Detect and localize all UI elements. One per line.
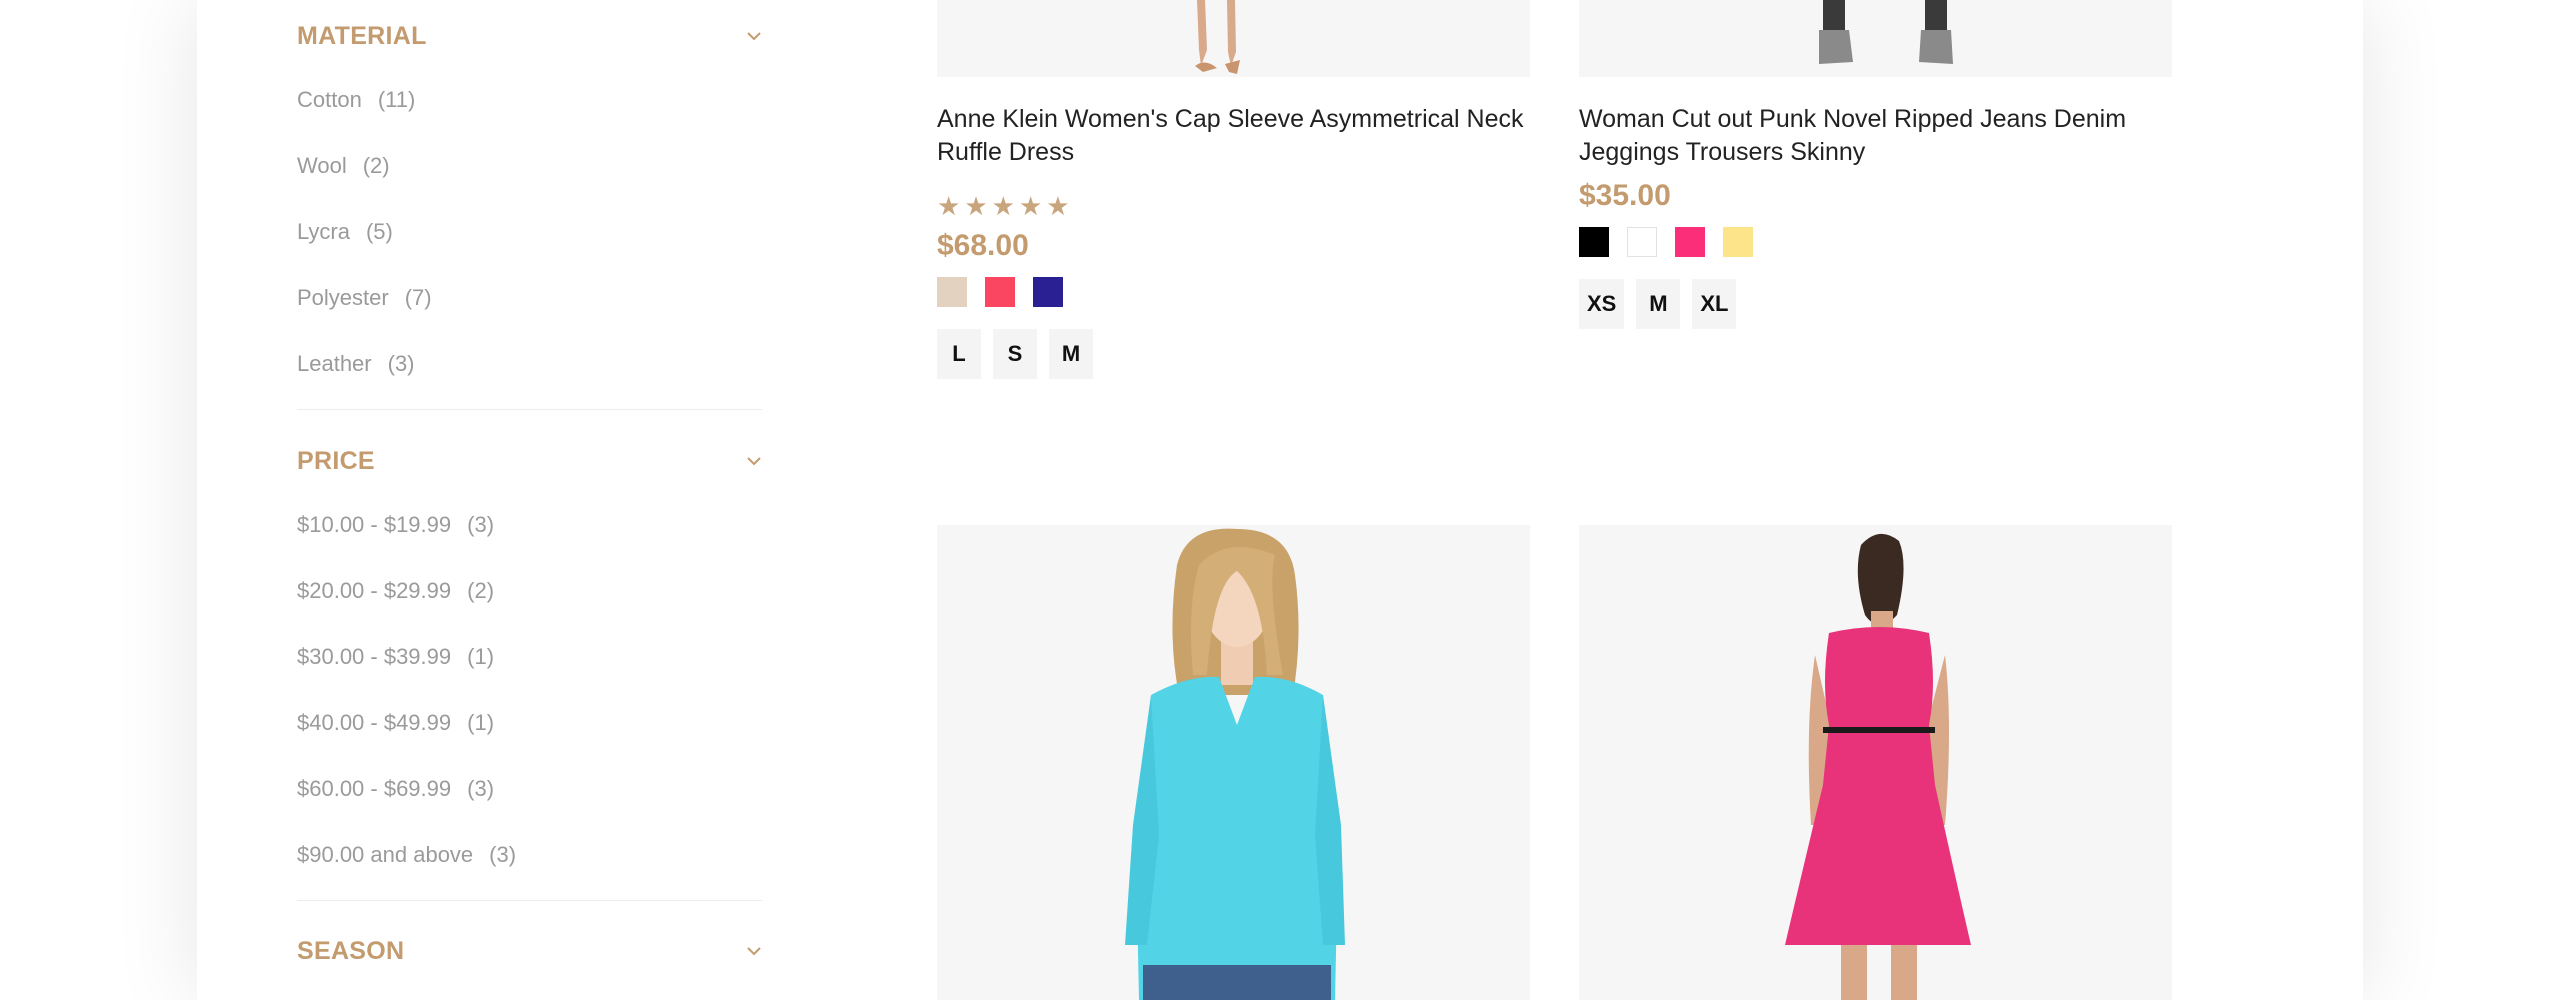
chevron-down-icon[interactable] — [746, 28, 762, 44]
filter-option-count: (5) — [365, 219, 393, 244]
filter-option-count: (1) — [467, 644, 495, 669]
filter-title-season: SEASON — [297, 936, 405, 965]
product-title[interactable]: Anne Klein Women's Cap Sleeve Asymmetric… — [937, 103, 1530, 169]
color-swatch-black[interactable] — [1579, 227, 1609, 257]
star-icon: ★ — [937, 191, 961, 221]
page-container: MATERIAL Cotton (11) Wool (2) Lycra (5) Pol… — [197, 0, 2363, 1000]
filter-option-label: Lycra — [297, 219, 350, 244]
filter-header-season[interactable]: SEASON — [297, 931, 762, 971]
filter-divider — [297, 409, 762, 410]
filter-title-price: PRICE — [297, 446, 375, 475]
star-icon: ★ — [1018, 191, 1043, 221]
product-image[interactable] — [1579, 0, 2172, 77]
chevron-down-icon[interactable] — [746, 943, 762, 959]
filter-header-material[interactable]: MATERIAL — [297, 16, 762, 56]
filter-option-label: Wool — [297, 153, 347, 178]
filter-option-label: $40.00 - $49.99 — [297, 710, 452, 735]
filter-option-lycra[interactable]: Lycra (5) — [297, 199, 432, 265]
product-card: Woman Cut out Punk Novel Ripped Jeans De… — [1579, 0, 2172, 329]
filter-option-wool[interactable]: Wool (2) — [297, 133, 432, 199]
filter-option-label: Leather — [297, 351, 372, 376]
product-card — [1579, 525, 2172, 1000]
size-option[interactable]: XL — [1692, 279, 1737, 329]
star-icon: ★ — [964, 191, 988, 221]
filter-option-label: $60.00 - $69.99 — [297, 776, 452, 801]
size-option[interactable]: M — [1049, 329, 1093, 379]
star-icon: ★ — [1046, 191, 1070, 221]
filter-option-count: (1) — [467, 710, 495, 735]
size-option[interactable]: S — [993, 329, 1037, 379]
color-swatches — [1579, 227, 2172, 257]
product-rating: ★ ★ ★ ★ ★ — [937, 193, 1530, 219]
filter-option-count: (2) — [467, 578, 495, 603]
filter-option-price-10-19[interactable]: $10.00 - $19.99 (3) — [297, 492, 516, 558]
size-option[interactable]: M — [1636, 279, 1681, 329]
filter-option-price-90-plus[interactable]: $90.00 and above (3) — [297, 822, 516, 888]
product-price: $35.00 — [1579, 179, 1671, 212]
material-filter-list: Cotton (11) Wool (2) Lycra (5) Polyester (7)… — [297, 67, 432, 397]
color-swatch-pink[interactable] — [1675, 227, 1705, 257]
filter-option-count: (3) — [467, 776, 495, 801]
color-swatch-navy[interactable] — [1033, 277, 1063, 307]
filter-header-price[interactable]: PRICE — [297, 441, 762, 481]
filter-option-label: $20.00 - $29.99 — [297, 578, 452, 603]
color-swatches — [937, 277, 1530, 307]
color-swatch-coral[interactable] — [985, 277, 1015, 307]
product-title[interactable]: Woman Cut out Punk Novel Ripped Jeans De… — [1579, 103, 2172, 169]
filter-option-label: $90.00 and above — [297, 842, 474, 867]
product-image[interactable] — [1579, 525, 2172, 1000]
filter-option-label: Polyester — [297, 285, 389, 310]
color-swatch-white[interactable] — [1627, 227, 1657, 257]
filter-option-label: Cotton — [297, 87, 362, 112]
product-card — [937, 525, 1530, 1000]
filter-option-leather[interactable]: Leather (3) — [297, 331, 432, 397]
filter-option-polyester[interactable]: Polyester (7) — [297, 265, 432, 331]
filter-option-price-40-49[interactable]: $40.00 - $49.99 (1) — [297, 690, 516, 756]
filter-option-count: (3) — [467, 512, 495, 537]
product-image[interactable] — [937, 0, 1530, 77]
size-option[interactable]: L — [937, 329, 981, 379]
product-price: $68.00 — [937, 229, 1029, 262]
filter-option-count: (3) — [489, 842, 517, 867]
filter-option-label: $10.00 - $19.99 — [297, 512, 452, 537]
product-card: Anne Klein Women's Cap Sleeve Asymmetric… — [937, 0, 1530, 379]
star-icon: ★ — [991, 191, 1015, 221]
product-image[interactable] — [937, 525, 1530, 1000]
filter-title-material: MATERIAL — [297, 21, 427, 50]
price-filter-list: $10.00 - $19.99 (3) $20.00 - $29.99 (2) $3… — [297, 492, 516, 888]
filter-option-count: (2) — [362, 153, 390, 178]
filter-option-price-60-69[interactable]: $60.00 - $69.99 (3) — [297, 756, 516, 822]
size-options: L S M — [937, 329, 1530, 379]
filter-divider — [297, 900, 762, 901]
size-options: XS M XL — [1579, 279, 2172, 329]
color-swatch-beige[interactable] — [937, 277, 967, 307]
filter-option-count: (7) — [404, 285, 432, 310]
filter-option-count: (3) — [387, 351, 415, 376]
chevron-down-icon[interactable] — [746, 453, 762, 469]
filter-option-cotton[interactable]: Cotton (11) — [297, 67, 432, 133]
filter-option-label: $30.00 - $39.99 — [297, 644, 452, 669]
filter-option-count: (11) — [377, 87, 416, 112]
filter-option-price-20-29[interactable]: $20.00 - $29.99 (2) — [297, 558, 516, 624]
size-option[interactable]: XS — [1579, 279, 1625, 329]
filter-option-price-30-39[interactable]: $30.00 - $39.99 (1) — [297, 624, 516, 690]
color-swatch-yellow[interactable] — [1723, 227, 1753, 257]
